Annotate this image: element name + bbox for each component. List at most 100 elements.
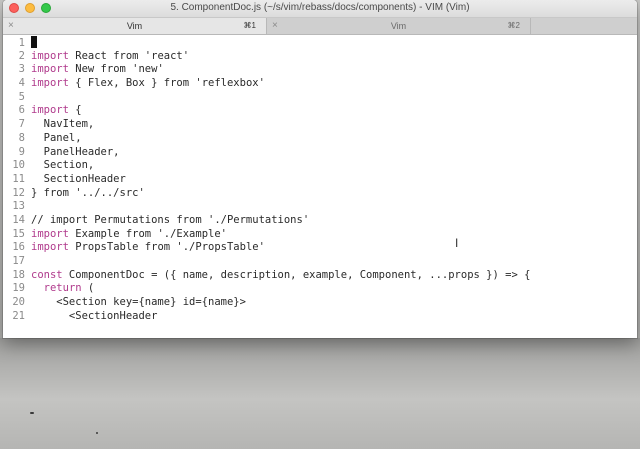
code-line[interactable]: 12} from '../../src' bbox=[3, 187, 637, 201]
line-number: 20 bbox=[12, 296, 25, 309]
keyword-token: import bbox=[31, 241, 69, 254]
keyword-token: import bbox=[31, 63, 69, 76]
desktop-speck bbox=[96, 432, 98, 434]
code-text: Section, bbox=[31, 159, 95, 172]
line-number: 14 bbox=[12, 213, 25, 226]
code-line[interactable]: 15 import Example from './Example' bbox=[3, 228, 637, 242]
tab-vim-2[interactable]: × Vim ⌘2 bbox=[267, 18, 531, 34]
tab-bar-empty-area bbox=[531, 18, 637, 34]
code-text: } from '../../src' bbox=[31, 187, 145, 199]
line-number: 16 bbox=[12, 241, 25, 254]
text-token: ComponentDoc = ({ name, description, exa… bbox=[62, 268, 531, 281]
code-text: <SectionHeader bbox=[31, 309, 158, 322]
code-text bbox=[31, 36, 37, 49]
text-token: // import Permutations from './Permutati… bbox=[31, 213, 310, 226]
keyword-token: return bbox=[43, 282, 82, 295]
code-text: PanelHeader, bbox=[31, 146, 120, 158]
text-token: New from 'new' bbox=[68, 63, 164, 76]
code-text: // import Permutations from './Permutati… bbox=[31, 214, 309, 226]
tab-bar: × Vim ⌘1 × Vim ⌘2 bbox=[3, 18, 637, 35]
tab-vim-1[interactable]: × Vim ⌘1 bbox=[3, 18, 267, 34]
line-number: 7 bbox=[18, 118, 25, 131]
block-cursor-icon bbox=[31, 36, 37, 48]
code-editor[interactable]: 1 2 import React from 'react' 3 import New f… bbox=[3, 35, 637, 323]
code-line[interactable]: 9 PanelHeader, bbox=[3, 146, 637, 160]
text-token: } from '../../src' bbox=[31, 186, 145, 199]
code-line[interactable]: 11 SectionHeader bbox=[3, 173, 637, 187]
line-number: 18 bbox=[12, 268, 25, 281]
keyword-token: import bbox=[31, 227, 69, 240]
code-line[interactable]: 14 // import Permutations from './Permuta… bbox=[3, 214, 637, 228]
line-number: 19 bbox=[12, 282, 25, 295]
code-text: SectionHeader bbox=[31, 173, 126, 185]
vim-window: 5. ComponentDoc.js (~/s/vim/rebass/docs/… bbox=[3, 0, 637, 338]
code-text: import New from 'new' bbox=[31, 63, 164, 75]
code-line[interactable]: 1 bbox=[3, 36, 637, 50]
text-token: { bbox=[68, 104, 82, 117]
code-text: import PropsTable from './PropsTable' bbox=[31, 241, 265, 253]
code-line[interactable]: 18 const ComponentDoc = ({ name, descript… bbox=[3, 269, 637, 283]
code-text: NavItem, bbox=[31, 118, 95, 131]
text-cursor-icon: I bbox=[455, 236, 459, 250]
code-line[interactable]: 4 import { Flex, Box } from 'reflexbox' bbox=[3, 77, 637, 91]
keyword-token: import bbox=[31, 49, 69, 62]
code-line[interactable]: 20 <Section key={name} id={name}> bbox=[3, 296, 637, 310]
line-number: 10 bbox=[12, 159, 25, 172]
code-line[interactable]: 8 Panel, bbox=[3, 132, 637, 146]
text-token: Example from './Example' bbox=[68, 227, 227, 240]
line-number: 8 bbox=[18, 131, 25, 144]
code-text: <Section key={name} id={name}> bbox=[31, 296, 246, 308]
code-text: import Example from './Example' bbox=[31, 228, 227, 240]
code-line[interactable]: 13 bbox=[3, 200, 637, 214]
code-line[interactable]: 2 import React from 'react' bbox=[3, 50, 637, 64]
line-number: 3 bbox=[18, 63, 25, 76]
title-bar[interactable]: 5. ComponentDoc.js (~/s/vim/rebass/docs/… bbox=[3, 0, 637, 18]
text-token: { Flex, Box } from 'reflexbox' bbox=[68, 77, 265, 90]
text-token: React from 'react' bbox=[68, 49, 190, 62]
text-token: <SectionHeader bbox=[31, 309, 158, 322]
line-number: 2 bbox=[18, 49, 25, 62]
text-token: SectionHeader bbox=[31, 172, 126, 185]
code-line[interactable]: 7 NavItem, bbox=[3, 118, 637, 132]
code-line[interactable]: 3 import New from 'new' bbox=[3, 63, 637, 77]
keyword-token: const bbox=[31, 268, 63, 281]
tab-label: Vim bbox=[390, 21, 407, 31]
line-number: 21 bbox=[12, 309, 25, 322]
tab-label: Vim bbox=[126, 21, 143, 31]
keyword-token: import bbox=[31, 77, 69, 90]
code-line[interactable]: 5 bbox=[3, 91, 637, 105]
line-number: 6 bbox=[18, 104, 25, 117]
line-number: 4 bbox=[18, 77, 25, 90]
code-text: Panel, bbox=[31, 132, 82, 144]
code-line[interactable]: 19 return ( bbox=[3, 282, 637, 296]
line-number: 11 bbox=[12, 172, 25, 185]
tab-shortcut: ⌘2 bbox=[507, 21, 520, 30]
desktop-speck bbox=[30, 412, 34, 414]
line-number: 1 bbox=[18, 37, 25, 49]
line-number: 15 bbox=[12, 227, 25, 240]
code-line[interactable]: 6 import { bbox=[3, 104, 637, 118]
text-token: Section, bbox=[31, 159, 95, 172]
text-token: ( bbox=[81, 282, 95, 295]
code-text: import { bbox=[31, 104, 82, 116]
code-line[interactable]: 21 <SectionHeader bbox=[3, 310, 637, 324]
code-line[interactable]: 16 import PropsTable from './PropsTable' bbox=[3, 241, 637, 255]
keyword-token: import bbox=[31, 104, 69, 117]
line-number: 5 bbox=[18, 90, 25, 103]
code-text: import React from 'react' bbox=[31, 50, 189, 62]
line-number: 17 bbox=[12, 255, 25, 267]
text-token: PropsTable from './PropsTable' bbox=[68, 241, 265, 254]
text-token: Panel, bbox=[31, 131, 82, 144]
code-text: import { Flex, Box } from 'reflexbox' bbox=[31, 77, 265, 89]
line-number: 9 bbox=[18, 145, 25, 158]
code-line[interactable]: 10 Section, bbox=[3, 159, 637, 173]
text-token: NavItem, bbox=[31, 118, 95, 131]
code-text: return ( bbox=[31, 282, 95, 295]
text-token: <Section key={name} id={name}> bbox=[31, 296, 246, 309]
code-line[interactable]: 17 bbox=[3, 255, 637, 269]
line-number: 13 bbox=[12, 200, 25, 213]
code-text: const ComponentDoc = ({ name, descriptio… bbox=[31, 269, 530, 281]
text-token: PanelHeader, bbox=[31, 145, 120, 158]
tab-shortcut: ⌘1 bbox=[243, 21, 256, 30]
